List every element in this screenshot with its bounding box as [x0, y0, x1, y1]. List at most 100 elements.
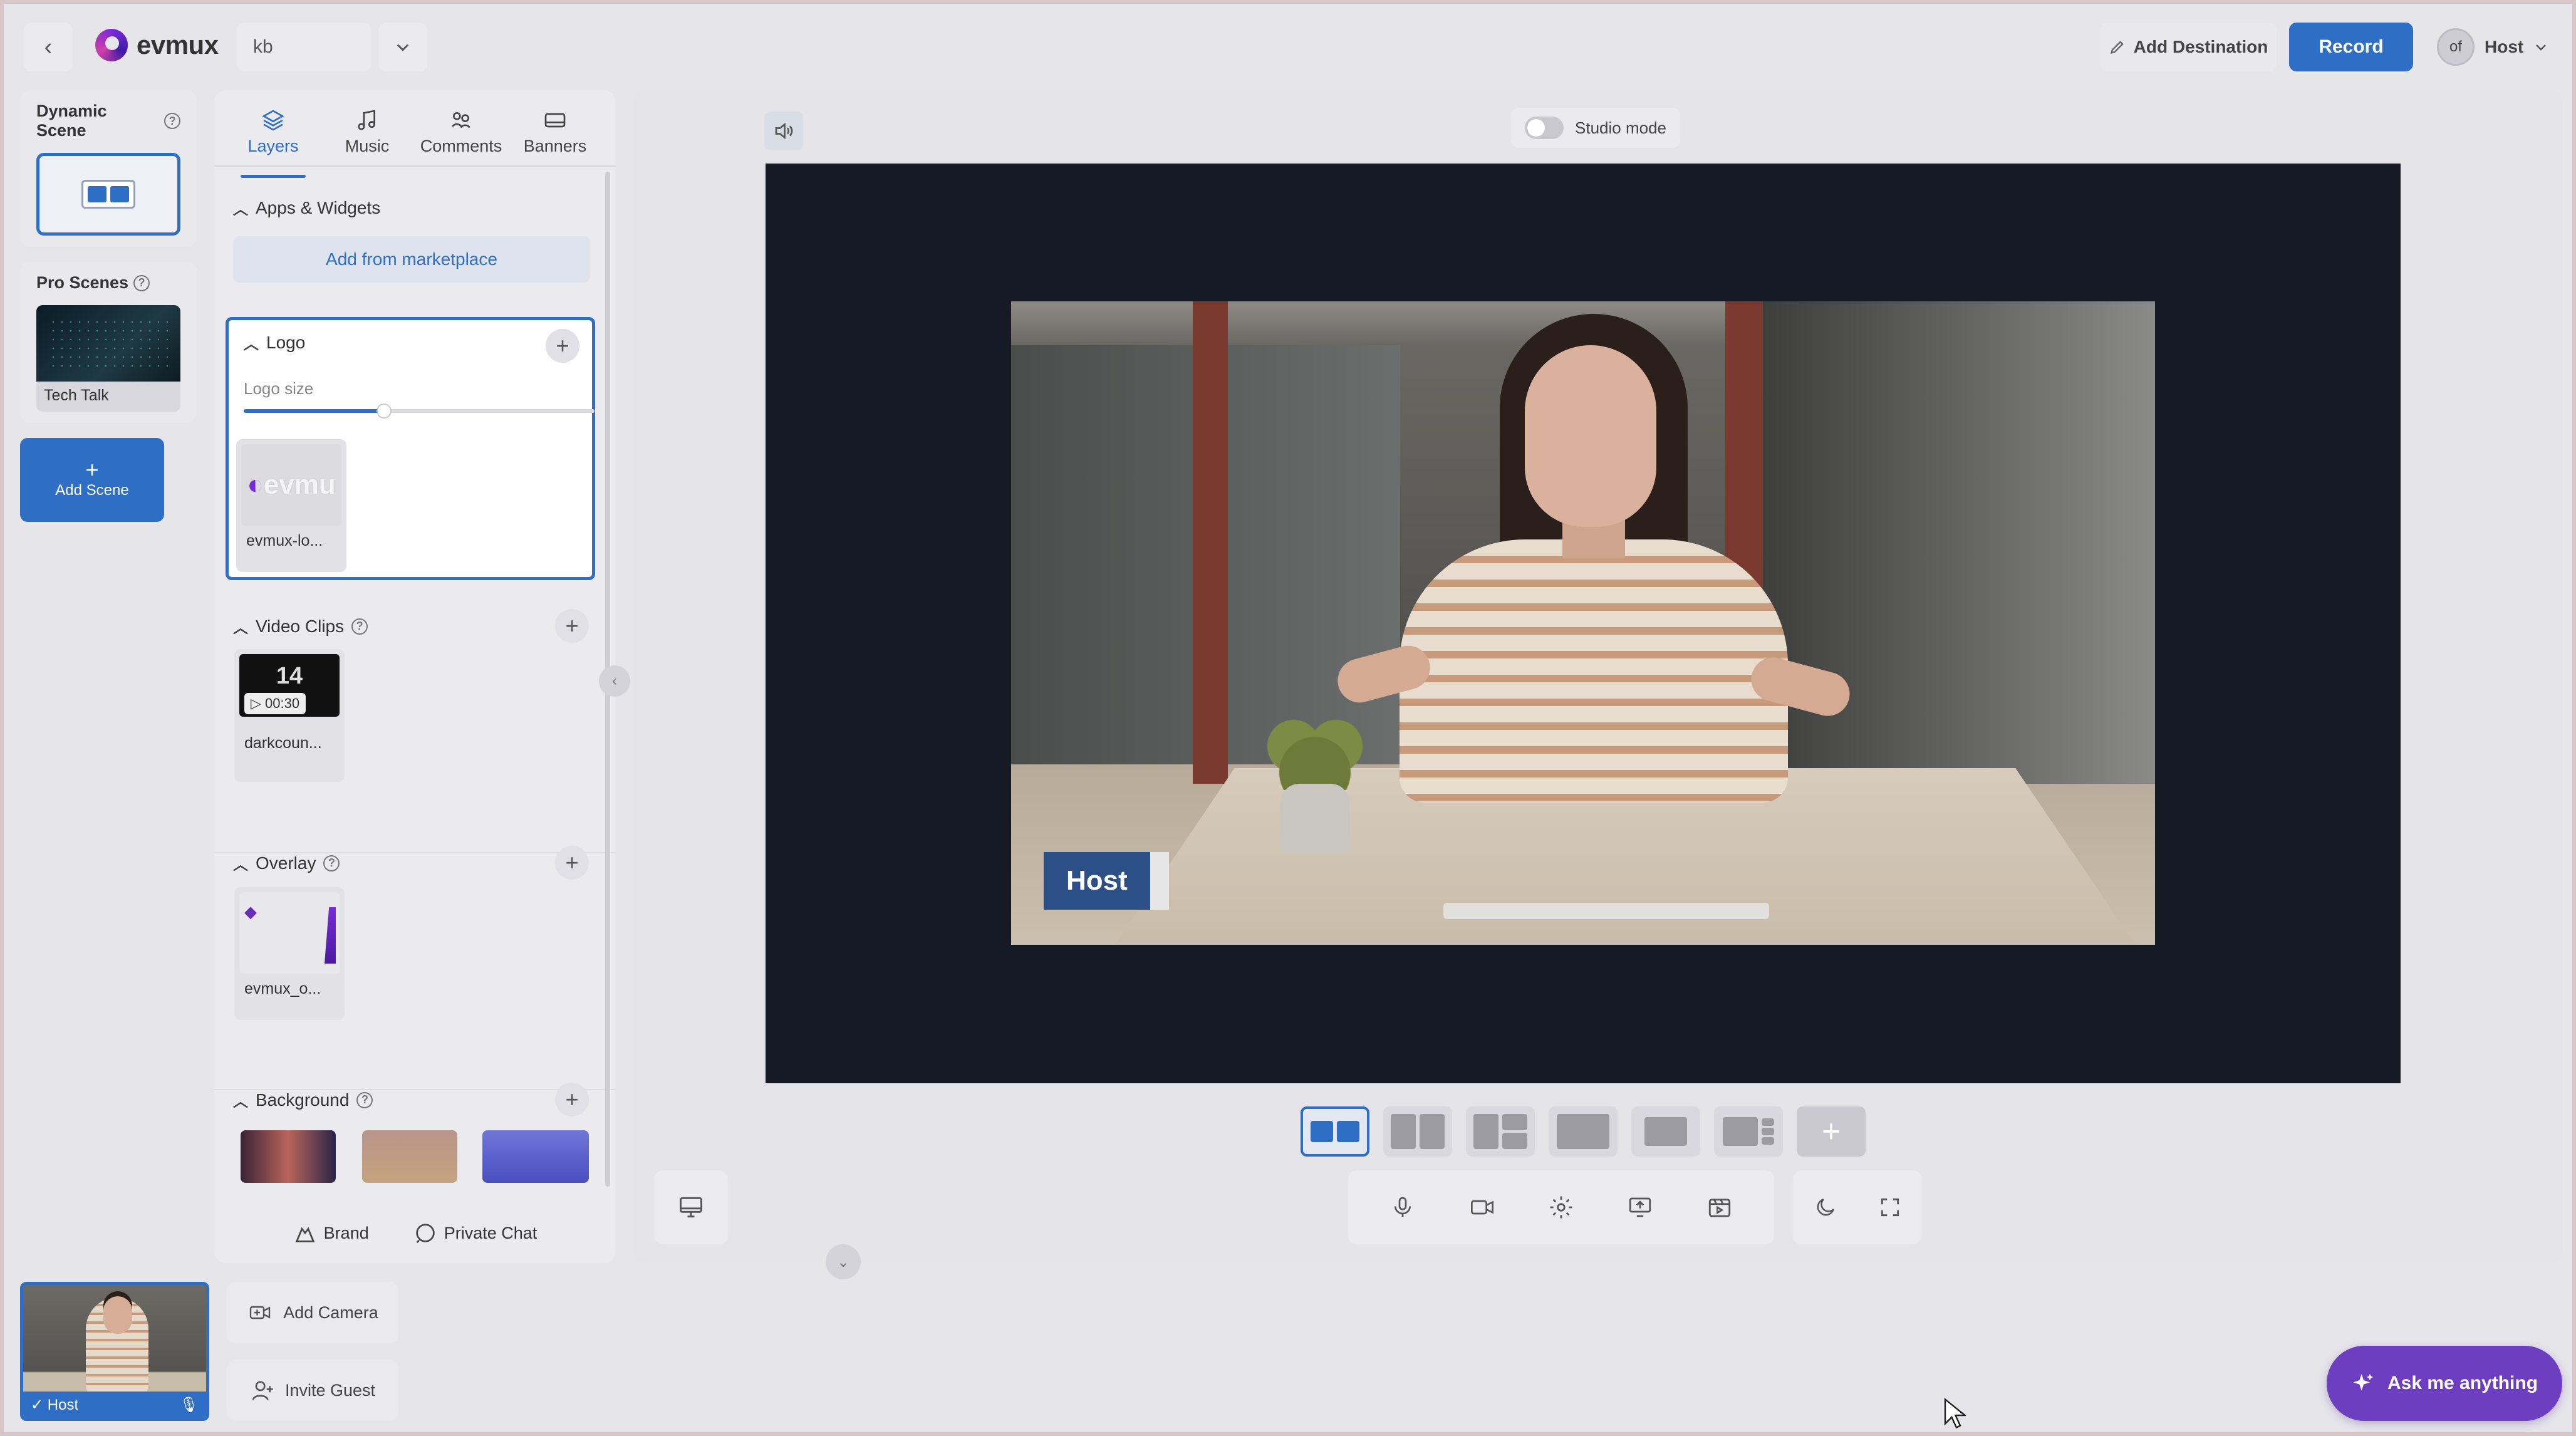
- layout-split[interactable]: [1383, 1106, 1452, 1157]
- fullscreen-button[interactable]: [1874, 1192, 1906, 1223]
- private-chat-button[interactable]: Private Chat: [413, 1220, 537, 1246]
- section-title: Background: [256, 1090, 350, 1110]
- video-clip-thumbnail: 14 ▷ 00:30: [239, 654, 340, 717]
- add-from-marketplace-button[interactable]: Add from marketplace: [233, 236, 590, 283]
- help-icon[interactable]: ?: [351, 618, 368, 635]
- evmux-logo-icon: [95, 29, 128, 61]
- overlay-section: ︿ Overlay ? + ◆ evmux_o...: [214, 846, 615, 1020]
- plus-icon: +: [565, 850, 579, 875]
- background-thumbnail[interactable]: [241, 1130, 336, 1183]
- host-name-tag[interactable]: Host: [1044, 852, 1169, 910]
- participant-name: ✓ Host: [31, 1396, 79, 1413]
- add-video-clip-button[interactable]: +: [555, 609, 589, 643]
- chevron-up-icon: ︿: [233, 856, 248, 873]
- workspace-select[interactable]: kb: [237, 23, 371, 71]
- pro-scene-tech-talk[interactable]: Tech Talk: [36, 305, 180, 412]
- logo-size-slider[interactable]: [244, 403, 595, 419]
- fullscreen-icon: [1881, 1198, 1899, 1217]
- chevron-up-icon: ︿: [244, 336, 259, 353]
- tab-comments[interactable]: Comments: [417, 108, 505, 165]
- media-library-button[interactable]: [1704, 1192, 1735, 1223]
- apps-widgets-header[interactable]: ︿ Apps & Widgets: [214, 197, 615, 219]
- slider-handle[interactable]: [377, 403, 392, 419]
- overlay-tile[interactable]: ◆ evmux_o...: [234, 887, 345, 1020]
- host-video-feed[interactable]: [1011, 301, 2155, 945]
- pro-scene-label: Tech Talk: [44, 387, 109, 404]
- invite-guest-button[interactable]: Invite Guest: [227, 1360, 398, 1421]
- speaker-icon: [775, 122, 793, 140]
- mouse-cursor-icon: [1944, 1397, 1966, 1429]
- share-screen-button[interactable]: [1624, 1192, 1656, 1223]
- evmux-logo-icon: ◆: [244, 902, 257, 921]
- chevron-left-icon: ‹: [612, 672, 617, 689]
- tab-banners[interactable]: Banners: [511, 108, 599, 165]
- logo-asset-label: evmux-lo...: [246, 532, 323, 549]
- pro-scenes-label: Pro Scenes: [36, 273, 129, 292]
- layout-sidebar[interactable]: [1714, 1106, 1783, 1157]
- overlay-thumbnail: ◆: [239, 892, 340, 974]
- background-thumbnail[interactable]: [482, 1130, 589, 1183]
- chevron-down-icon: [2536, 44, 2547, 51]
- add-camera-label: Add Camera: [283, 1303, 378, 1322]
- participant-head: [103, 1296, 132, 1334]
- user-menu[interactable]: of Host: [2437, 23, 2548, 71]
- add-destination-button[interactable]: Add Destination: [2100, 23, 2277, 71]
- help-icon[interactable]: ?: [323, 855, 340, 871]
- scene-preview-image: [36, 305, 180, 382]
- layout-grid[interactable]: [1466, 1106, 1535, 1157]
- brand-button[interactable]: Brand: [293, 1220, 369, 1246]
- add-scene-label: Add Scene: [55, 482, 129, 499]
- avatar: of: [2437, 28, 2475, 66]
- help-icon[interactable]: ?: [133, 274, 150, 291]
- collapse-panel-button[interactable]: ‹: [599, 665, 630, 697]
- tab-music[interactable]: Music: [323, 108, 411, 165]
- add-overlay-button[interactable]: +: [555, 846, 589, 880]
- add-layout-button[interactable]: +: [1797, 1106, 1866, 1157]
- video-keyboard: [1443, 903, 1769, 919]
- add-scene-button[interactable]: + Add Scene: [20, 438, 164, 522]
- tab-layers[interactable]: Layers: [229, 108, 317, 178]
- plus-icon: +: [565, 1086, 579, 1112]
- expand-bottom-button[interactable]: ⌄: [826, 1244, 861, 1279]
- layout-side-by-side[interactable]: [1301, 1106, 1369, 1157]
- toggle-switch[interactable]: [1525, 117, 1564, 139]
- layout-single[interactable]: [1631, 1106, 1700, 1157]
- pro-scenes-card: Pro Scenes ? Tech Talk: [20, 262, 197, 423]
- help-icon[interactable]: ?: [164, 113, 180, 129]
- logo-section: ︿ Logo + Logo size ◐ evmu evmux-lo...: [226, 317, 595, 580]
- dark-mode-button[interactable]: [1810, 1192, 1841, 1223]
- studio-mode-toggle[interactable]: Studio mode: [1511, 108, 1680, 148]
- chevron-down-icon: [397, 44, 409, 51]
- microphone-icon: 🎙: [179, 1396, 199, 1413]
- help-icon[interactable]: ?: [356, 1091, 373, 1108]
- settings-button[interactable]: [1545, 1192, 1577, 1223]
- audio-button[interactable]: [764, 112, 803, 150]
- record-button[interactable]: Record: [2289, 23, 2413, 71]
- layout-pip[interactable]: [1549, 1106, 1618, 1157]
- background-section: ︿ Background ? +: [214, 1083, 615, 1183]
- moon-icon: [1817, 1199, 1834, 1216]
- logo-header[interactable]: ︿ Logo: [225, 331, 324, 353]
- ask-ai-button[interactable]: Ask me anything: [2327, 1346, 2562, 1421]
- camera-button[interactable]: [1467, 1192, 1498, 1223]
- layout-selector: +: [1301, 1106, 1866, 1157]
- pencil-icon: [2110, 41, 2124, 54]
- participant-label: Host: [47, 1396, 79, 1413]
- workspace-dropdown-button[interactable]: [378, 23, 427, 71]
- background-thumbnail[interactable]: [362, 1130, 457, 1183]
- add-logo-button[interactable]: +: [546, 329, 579, 363]
- invite-guest-label: Invite Guest: [284, 1380, 376, 1400]
- mic-button[interactable]: [1387, 1192, 1418, 1223]
- dynamic-scene-thumbnail[interactable]: [36, 153, 180, 236]
- host-participant-tile[interactable]: ✓ Host 🎙: [20, 1282, 209, 1421]
- add-camera-button[interactable]: Add Camera: [227, 1282, 398, 1343]
- add-background-button[interactable]: +: [555, 1083, 589, 1116]
- back-button[interactable]: ‹: [24, 23, 73, 71]
- desktop-view-button[interactable]: [654, 1170, 728, 1244]
- app-logo: evmux: [95, 29, 219, 61]
- apps-widgets-section: ︿ Apps & Widgets Add from marketplace: [214, 197, 615, 283]
- video-clip-tile[interactable]: 14 ▷ 00:30 darkcoun...: [234, 649, 345, 782]
- logo-asset-tile[interactable]: ◐ evmu evmux-lo...: [236, 439, 346, 572]
- video-plant-pot: [1280, 784, 1349, 853]
- logo-size-label: Logo size: [244, 379, 314, 398]
